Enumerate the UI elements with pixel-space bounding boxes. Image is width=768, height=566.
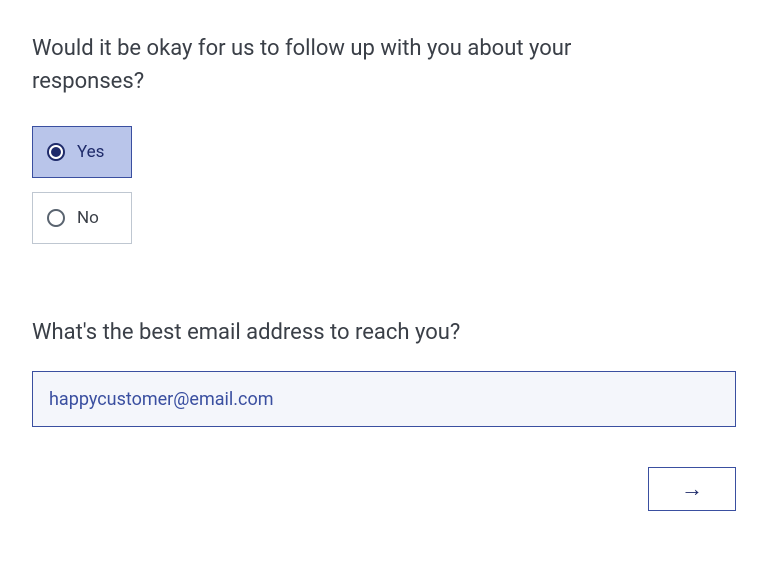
question-email: What's the best email address to reach y… [32, 316, 672, 349]
next-button[interactable]: → [648, 467, 736, 511]
radio-option-yes[interactable]: Yes [32, 126, 132, 178]
radio-label-no: No [77, 208, 99, 228]
radio-label-yes: Yes [77, 142, 104, 162]
email-field[interactable] [32, 371, 736, 427]
radio-icon [47, 143, 65, 161]
radio-icon [47, 209, 65, 227]
footer: → [32, 467, 736, 511]
radio-group-followup: Yes No [32, 126, 736, 244]
arrow-right-icon: → [681, 476, 703, 502]
question-followup: Would it be okay for us to follow up wit… [32, 32, 672, 98]
radio-option-no[interactable]: No [32, 192, 132, 244]
